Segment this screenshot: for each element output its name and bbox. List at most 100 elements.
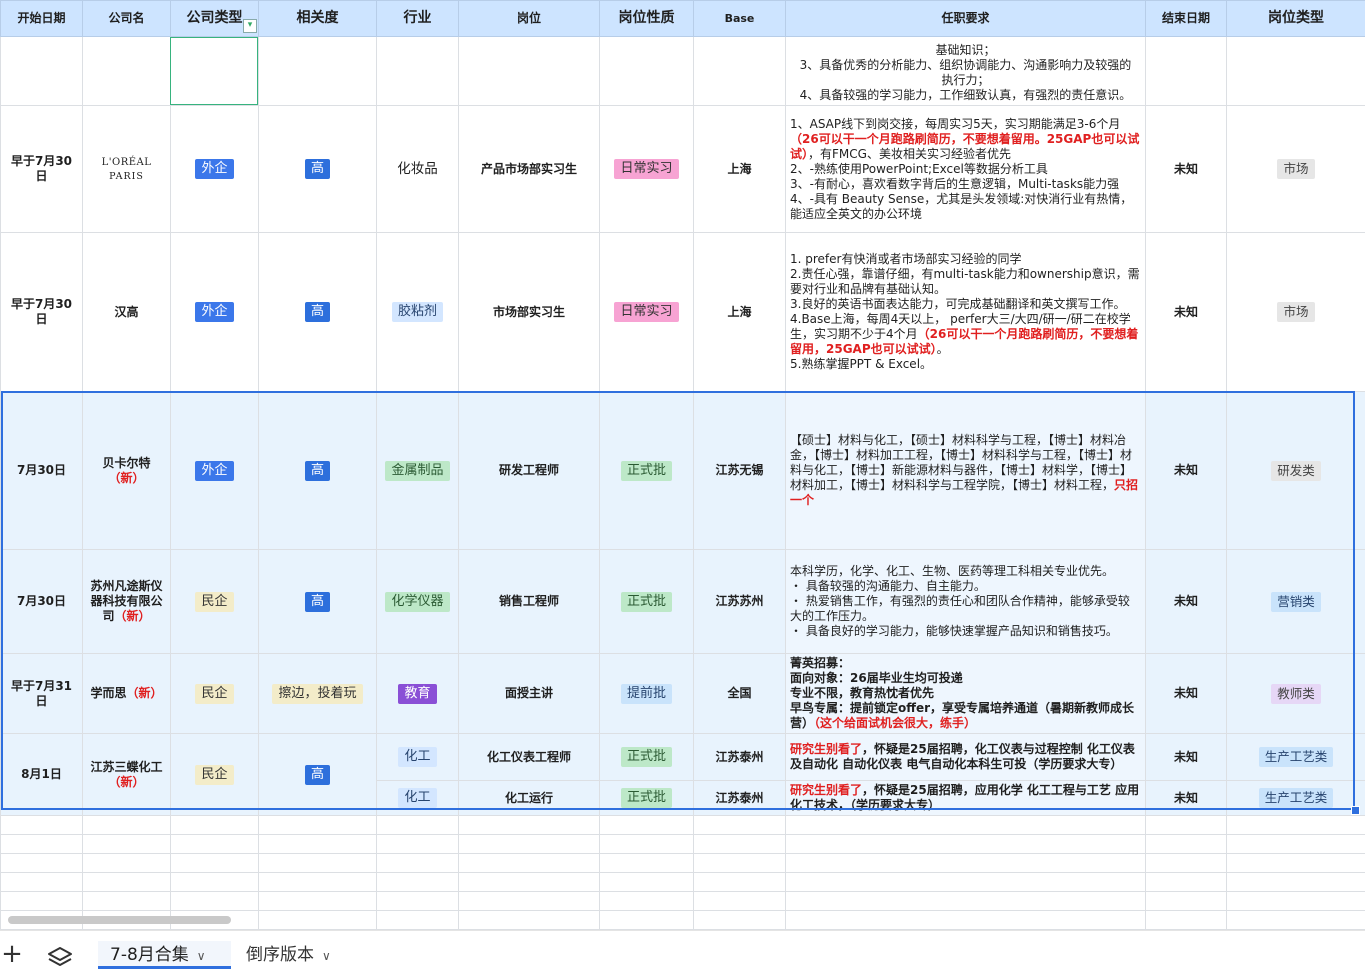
header-end-date[interactable]: 结束日期 — [1146, 1, 1227, 37]
position-cell[interactable]: 销售工程师 — [459, 550, 600, 654]
industry-cell[interactable]: 金属制品 — [377, 392, 459, 550]
company-type-cell[interactable]: 外企 — [171, 106, 259, 233]
industry-cell[interactable]: 胶粘剂 — [377, 233, 459, 392]
header-position-nature[interactable]: 岗位性质 — [600, 1, 694, 37]
position-category-cell[interactable]: 研发类 — [1227, 392, 1365, 550]
position-nature-cell[interactable]: 日常实习 — [600, 233, 694, 392]
start-date-cell[interactable]: 早于7月30日 — [1, 106, 83, 233]
requirements-cell[interactable]: 1. prefer有快消或者市场部实习经验的同学 2.责任心强，靠谱仔细，有mu… — [786, 233, 1146, 392]
company-type-cell[interactable]: 民企 — [171, 550, 259, 654]
position-nature-cell[interactable]: 正式批 — [600, 392, 694, 550]
table-row: 8月1日 江苏三蝶化工 （新） 民企 高 化工 化工仪表工程师 正式批 江苏泰州… — [1, 734, 1365, 781]
position-category-cell[interactable]: 生产工艺类 — [1227, 781, 1365, 816]
industry-cell[interactable]: 教育 — [377, 654, 459, 734]
end-date-cell[interactable]: 未知 — [1146, 550, 1227, 654]
empty-row — [1, 854, 1365, 873]
position-category-cell[interactable]: 生产工艺类 — [1227, 734, 1365, 781]
industry-cell[interactable]: 化工 — [377, 781, 459, 816]
end-date-cell[interactable]: 未知 — [1146, 734, 1227, 781]
relevance-cell[interactable]: 高 — [259, 233, 377, 392]
position-nature-cell[interactable]: 正式批 — [600, 734, 694, 781]
position-category-cell[interactable]: 市场 — [1227, 233, 1365, 392]
company-cell[interactable]: 贝卡尔特 （新） — [83, 392, 171, 550]
relevance-cell[interactable]: 高 — [259, 106, 377, 233]
base-cell[interactable]: 江苏苏州 — [694, 550, 786, 654]
position-nature-cell[interactable]: 正式批 — [600, 550, 694, 654]
relevance-tag: 高 — [305, 765, 330, 785]
position-cell[interactable]: 化工仪表工程师 — [459, 734, 600, 781]
company-type-cell[interactable]: 外企 — [171, 392, 259, 550]
relevance-cell[interactable]: 高 — [259, 392, 377, 550]
start-date-cell[interactable]: 8月1日 — [1, 734, 83, 816]
spreadsheet-area[interactable]: 开始日期 公司名 公司类型 相关度 行业 岗位 岗位性质 Base 任职要求 结… — [0, 0, 1365, 930]
start-date-cell[interactable]: 早于7月30日 — [1, 233, 83, 392]
active-cell[interactable] — [171, 37, 259, 106]
company-type-cell[interactable]: 民企 — [171, 734, 259, 816]
base-cell[interactable]: 上海 — [694, 106, 786, 233]
position-nature-cell[interactable]: 正式批 — [600, 781, 694, 816]
company-cell[interactable]: L'ORÉAL PARIS — [83, 106, 171, 233]
start-date-cell[interactable]: 7月30日 — [1, 392, 83, 550]
fill-handle[interactable] — [1351, 806, 1360, 815]
position-nature-tag: 正式批 — [621, 747, 672, 767]
header-company[interactable]: 公司名 — [83, 1, 171, 37]
header-position-category[interactable]: 岗位类型 — [1227, 1, 1365, 37]
horizontal-scrollbar[interactable] — [8, 916, 231, 924]
end-date-cell[interactable]: 未知 — [1146, 233, 1227, 392]
end-date-cell[interactable]: 未知 — [1146, 106, 1227, 233]
base-cell[interactable]: 江苏泰州 — [694, 734, 786, 781]
company-cell[interactable]: 汉高 — [83, 233, 171, 392]
filter-icon[interactable]: ▾ — [243, 19, 257, 33]
header-position[interactable]: 岗位 — [459, 1, 600, 37]
position-category-cell[interactable]: 市场 — [1227, 106, 1365, 233]
start-date-cell[interactable]: 7月30日 — [1, 550, 83, 654]
end-date-cell[interactable]: 未知 — [1146, 654, 1227, 734]
requirements-cell[interactable]: 菁英招募： 面向对象：26届毕业生均可投递 专业不限，教育热忱者优先 早鸟专属：… — [786, 654, 1146, 734]
base-cell[interactable]: 江苏无锡 — [694, 392, 786, 550]
position-cell[interactable]: 化工运行 — [459, 781, 600, 816]
position-cell[interactable]: 面授主讲 — [459, 654, 600, 734]
position-category-cell[interactable]: 营销类 — [1227, 550, 1365, 654]
base-cell[interactable]: 江苏泰州 — [694, 781, 786, 816]
header-base[interactable]: Base — [694, 1, 786, 37]
add-sheet-icon[interactable]: + — [0, 939, 24, 969]
tab-7-8-collection[interactable]: 7-8月合集∨ — [98, 941, 231, 969]
requirements-cell[interactable]: 【硕士】材料与化工，【硕士】材料科学与工程，【博士】材料冶金，【博士】材料加工工… — [786, 392, 1146, 550]
industry-cell[interactable]: 化妆品 — [377, 106, 459, 233]
header-industry[interactable]: 行业 — [377, 1, 459, 37]
end-date-cell[interactable]: 未知 — [1146, 781, 1227, 816]
company-type-cell[interactable]: 民企 — [171, 654, 259, 734]
end-date-cell[interactable]: 未知 — [1146, 392, 1227, 550]
requirements-cell[interactable]: 1、ASAP线下到岗交接，每周实习5天，实习期能满足3-6个月（26可以干一个月… — [786, 106, 1146, 233]
company-cell[interactable]: 学而思（新） — [83, 654, 171, 734]
position-nature-cell[interactable]: 提前批 — [600, 654, 694, 734]
tab-reverse-version[interactable]: 倒序版本∨ — [246, 941, 331, 969]
company-type-cell[interactable]: 外企 — [171, 233, 259, 392]
position-category-cell[interactable]: 教师类 — [1227, 654, 1365, 734]
company-cell[interactable]: 苏州凡途斯仪器科技有限公司（新） — [83, 550, 171, 654]
position-category-tag: 生产工艺类 — [1259, 747, 1334, 767]
relevance-cell[interactable]: 高 — [259, 734, 377, 816]
relevance-cell[interactable]: 擦边，投着玩 — [259, 654, 377, 734]
base-cell[interactable]: 全国 — [694, 654, 786, 734]
relevance-cell[interactable]: 高 — [259, 550, 377, 654]
requirements-cell[interactable]: 基础知识； 3、具备优秀的分析能力、组织协调能力、沟通影响力及较强的 执行力； … — [786, 37, 1146, 106]
industry-cell[interactable]: 化工 — [377, 734, 459, 781]
industry-cell[interactable]: 化学仪器 — [377, 550, 459, 654]
position-cell[interactable]: 产品市场部实习生 — [459, 106, 600, 233]
header-start-date[interactable]: 开始日期 — [1, 1, 83, 37]
position-nature-cell[interactable]: 日常实习 — [600, 106, 694, 233]
requirements-cell[interactable]: 研究生别看了，怀疑是25届招聘，应用化学 化工工程与工艺 应用化工技术，（学历要… — [786, 781, 1146, 816]
requirements-cell[interactable]: 研究生别看了，怀疑是25届招聘，化工仪表与过程控制 化工仪表及自动化 自动化仪表… — [786, 734, 1146, 781]
position-cell[interactable]: 市场部实习生 — [459, 233, 600, 392]
position-category-tag: 市场 — [1277, 159, 1314, 179]
start-date-cell[interactable]: 早于7月31日 — [1, 654, 83, 734]
header-relevance[interactable]: 相关度 — [259, 1, 377, 37]
company-type-tag: 民企 — [195, 592, 233, 612]
header-requirements[interactable]: 任职要求 — [786, 1, 1146, 37]
company-cell[interactable]: 江苏三蝶化工 （新） — [83, 734, 171, 816]
base-cell[interactable]: 上海 — [694, 233, 786, 392]
sheet-list-icon[interactable] — [46, 945, 74, 969]
position-cell[interactable]: 研发工程师 — [459, 392, 600, 550]
requirements-cell[interactable]: 本科学历，化学、化工、生物、医药等理工科相关专业优先。 ・ 具备较强的沟通能力、… — [786, 550, 1146, 654]
